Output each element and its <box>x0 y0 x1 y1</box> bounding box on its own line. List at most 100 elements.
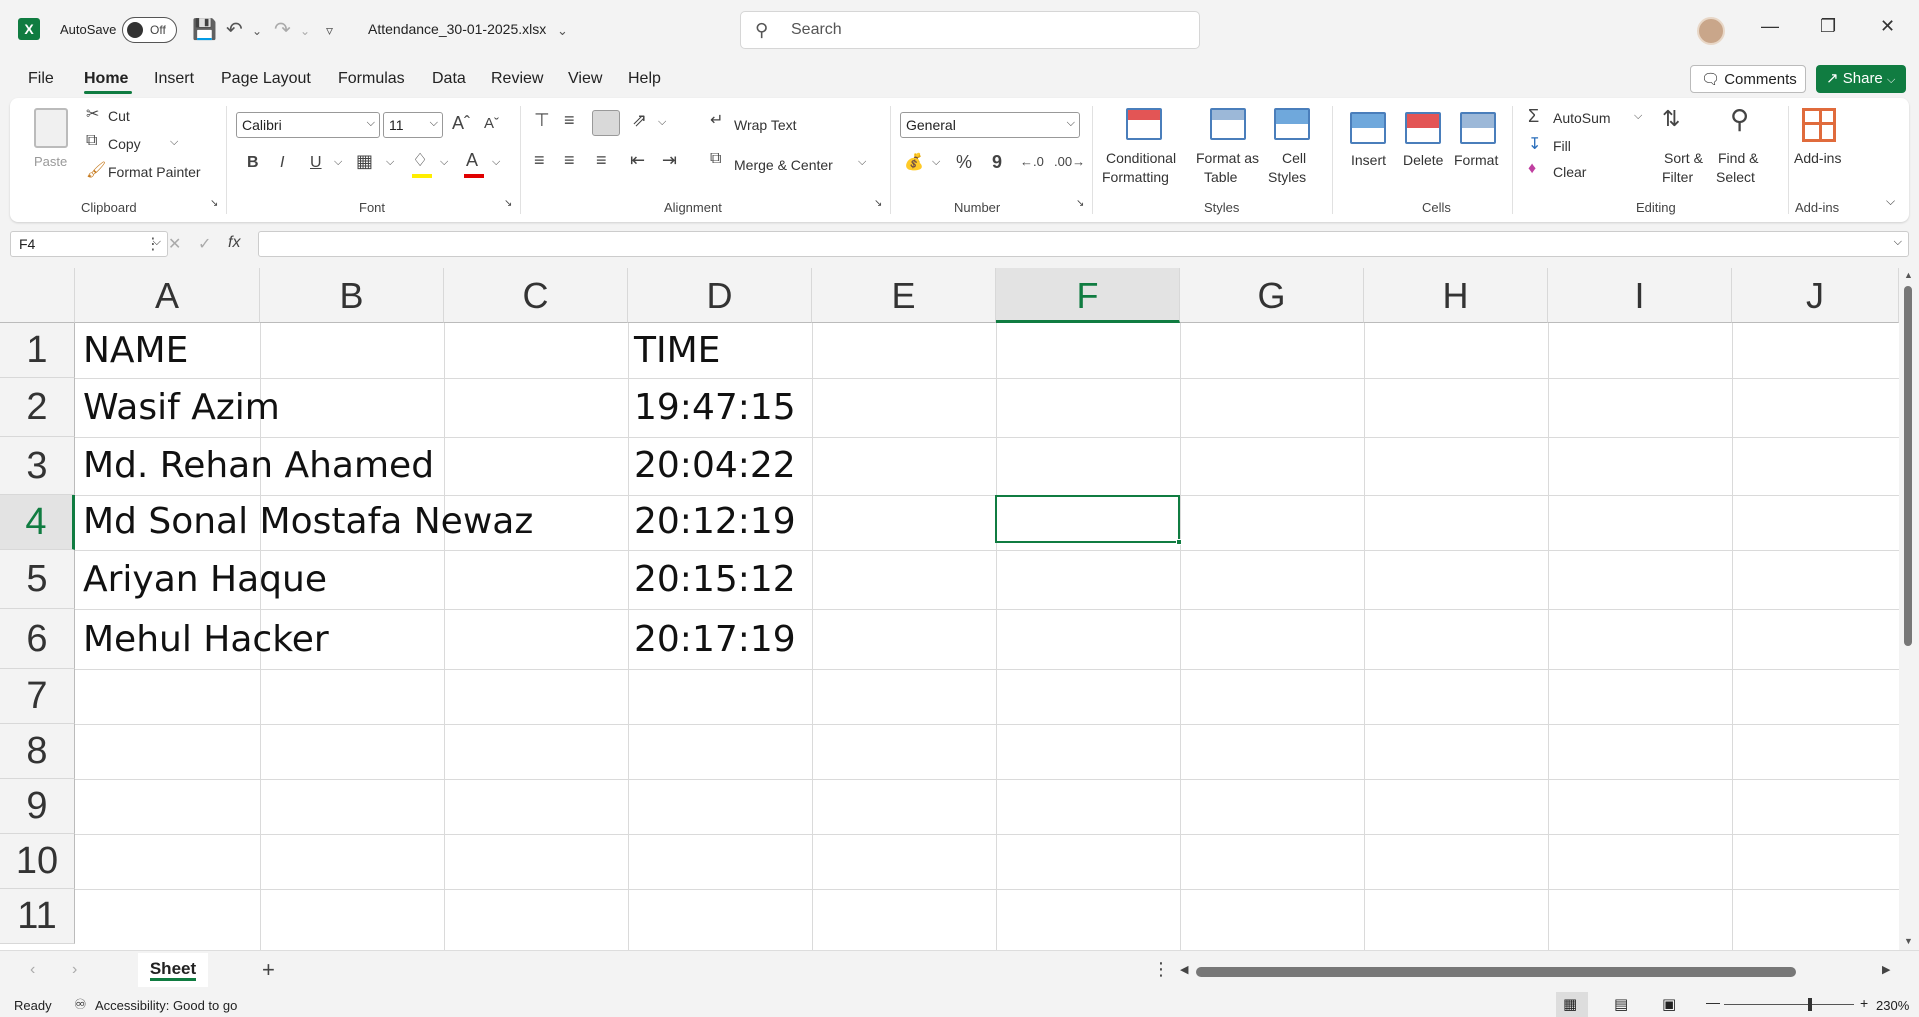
cell-styles-label-1[interactable]: Cell <box>1282 150 1306 166</box>
search-box[interactable]: ⚲ Search <box>740 11 1200 49</box>
chevron-down-icon[interactable]: ⌵ <box>492 156 500 169</box>
page-break-view-icon[interactable]: ▣ <box>1662 995 1676 1013</box>
minimize-icon[interactable]: — <box>1761 16 1779 37</box>
cell-d4[interactable]: 20:12:19 <box>634 501 796 542</box>
tab-view[interactable]: View <box>568 70 602 88</box>
redo-icon[interactable]: ↷ <box>274 17 291 42</box>
close-icon[interactable]: ✕ <box>1880 16 1895 37</box>
underline-button[interactable]: U <box>310 154 322 172</box>
cell-a4[interactable]: Md Sonal Mostafa Newaz <box>83 501 533 542</box>
sort-filter-label-1[interactable]: Sort & <box>1664 150 1703 166</box>
tab-help[interactable]: Help <box>628 70 661 88</box>
zoom-slider[interactable] <box>1724 1004 1854 1005</box>
cell-styles-label-2[interactable]: Styles <box>1268 169 1306 185</box>
more-options-icon[interactable]: ⋮ <box>145 234 161 254</box>
accounting-format-icon[interactable]: 💰 <box>904 152 924 172</box>
cell-d5[interactable]: 20:15:12 <box>634 559 796 600</box>
row-header-8[interactable]: 8 <box>0 724 75 779</box>
zoom-in-icon[interactable]: + <box>1860 995 1868 1011</box>
find-select-label-1[interactable]: Find & <box>1718 150 1758 166</box>
comma-style-button[interactable]: 9 <box>992 152 1002 173</box>
active-cell-f4[interactable] <box>995 495 1182 545</box>
clear-button[interactable]: Clear <box>1553 164 1586 180</box>
cancel-icon[interactable]: ✕ <box>168 234 181 254</box>
tab-home[interactable]: Home <box>84 70 128 88</box>
format-as-table-label-2[interactable]: Table <box>1204 169 1237 185</box>
bold-button[interactable]: B <box>247 154 259 172</box>
enter-icon[interactable]: ✓ <box>198 234 211 254</box>
percent-button[interactable]: % <box>956 152 972 173</box>
column-header-j[interactable]: J <box>1732 268 1899 323</box>
fill-handle[interactable] <box>1176 539 1182 545</box>
column-header-c[interactable]: C <box>444 268 628 323</box>
decrease-decimal-icon[interactable]: .00→ <box>1054 154 1085 169</box>
autosum-button[interactable]: AutoSum <box>1553 110 1611 126</box>
row-header-9[interactable]: 9 <box>0 779 75 834</box>
undo-dropdown-icon[interactable]: ⌄ <box>252 24 262 38</box>
align-left-icon[interactable]: ≡ <box>534 150 545 171</box>
row-header-2[interactable]: 2 <box>0 378 75 437</box>
cell-a5[interactable]: Ariyan Haque <box>83 559 327 600</box>
find-select-label-2[interactable]: Select <box>1716 169 1755 185</box>
cell-a2[interactable]: Wasif Azim <box>83 387 280 428</box>
row-header-7[interactable]: 7 <box>0 669 75 724</box>
number-format-select[interactable]: General ⌵ <box>900 112 1080 138</box>
vertical-scrollbar[interactable]: ▲ ▼ <box>1899 268 1919 950</box>
add-ins-button[interactable]: Add-ins <box>1794 150 1841 166</box>
decrease-indent-icon[interactable]: ⇤ <box>630 150 645 171</box>
page-layout-view-icon[interactable]: ▤ <box>1614 995 1628 1013</box>
fill-color-icon[interactable]: ♢ <box>412 150 428 171</box>
save-icon[interactable]: 💾 <box>192 17 217 42</box>
scroll-down-icon[interactable]: ▼ <box>1904 936 1913 946</box>
column-header-a[interactable]: A <box>75 268 260 323</box>
row-header-3[interactable]: 3 <box>0 437 75 495</box>
copy-button[interactable]: Copy <box>108 136 141 152</box>
prev-sheet-icon[interactable]: ‹ <box>30 961 35 979</box>
dialog-launcher-icon[interactable]: ↘ <box>210 198 218 209</box>
chevron-down-icon[interactable]: ⌵ <box>1634 110 1642 123</box>
scrollbar-thumb[interactable] <box>1904 286 1912 646</box>
share-button[interactable]: ↗ Share ⌵ <box>1816 65 1906 93</box>
merge-center-button[interactable]: Merge & Center <box>734 157 833 173</box>
increase-font-icon[interactable]: Aˆ <box>452 113 470 134</box>
cell-a6[interactable]: Mehul Hacker <box>83 619 329 660</box>
align-middle-icon[interactable]: ≡ <box>564 110 575 131</box>
format-cells-button[interactable]: Format <box>1454 152 1498 168</box>
cut-button[interactable]: Cut <box>108 108 130 124</box>
cell-d6[interactable]: 20:17:19 <box>634 619 796 660</box>
column-header-h[interactable]: H <box>1364 268 1548 323</box>
zoom-out-icon[interactable]: — <box>1706 994 1720 1010</box>
chevron-down-icon[interactable]: ⌵ <box>334 156 342 169</box>
cell-d2[interactable]: 19:47:15 <box>634 387 796 428</box>
scroll-up-icon[interactable]: ▲ <box>1904 270 1913 280</box>
accessibility-status[interactable]: Accessibility: Good to go <box>95 998 237 1013</box>
redo-dropdown-icon[interactable]: ⌄ <box>300 24 310 38</box>
dialog-launcher-icon[interactable]: ↘ <box>874 198 882 209</box>
wrap-text-button[interactable]: Wrap Text <box>734 117 797 133</box>
file-title[interactable]: Attendance_30-01-2025.xlsx <box>368 21 546 37</box>
chevron-down-icon[interactable]: ⌵ <box>170 136 178 149</box>
font-name-select[interactable]: Calibri ⌵ <box>236 112 380 138</box>
dialog-launcher-icon[interactable]: ↘ <box>1076 198 1084 209</box>
autosave-toggle[interactable]: Off <box>122 17 177 43</box>
align-top-icon[interactable]: ⊤ <box>534 110 550 131</box>
select-all-corner[interactable] <box>0 268 75 323</box>
chevron-down-icon[interactable]: ⌵ <box>858 156 866 169</box>
chevron-down-icon[interactable]: ⌵ <box>440 156 448 169</box>
collapse-ribbon-icon[interactable]: ⌵ <box>1886 194 1895 209</box>
undo-icon[interactable]: ↶ <box>226 17 243 42</box>
font-size-select[interactable]: 11 ⌵ <box>383 112 443 138</box>
row-header-4[interactable]: 4 <box>0 495 75 550</box>
conditional-formatting-label-2[interactable]: Formatting <box>1102 169 1169 185</box>
delete-cells-button[interactable]: Delete <box>1403 152 1443 168</box>
customize-toolbar-icon[interactable]: ▿ <box>326 22 333 39</box>
row-header-10[interactable]: 10 <box>0 834 75 889</box>
italic-button[interactable]: I <box>280 154 284 172</box>
tab-insert[interactable]: Insert <box>154 70 194 88</box>
fill-button[interactable]: Fill <box>1553 138 1571 154</box>
avatar[interactable] <box>1697 17 1725 45</box>
align-center-icon[interactable]: ≡ <box>564 150 575 171</box>
chevron-down-icon[interactable]: ⌵ <box>658 116 666 129</box>
format-as-table-label-1[interactable]: Format as <box>1196 150 1259 166</box>
tab-review[interactable]: Review <box>491 70 543 88</box>
